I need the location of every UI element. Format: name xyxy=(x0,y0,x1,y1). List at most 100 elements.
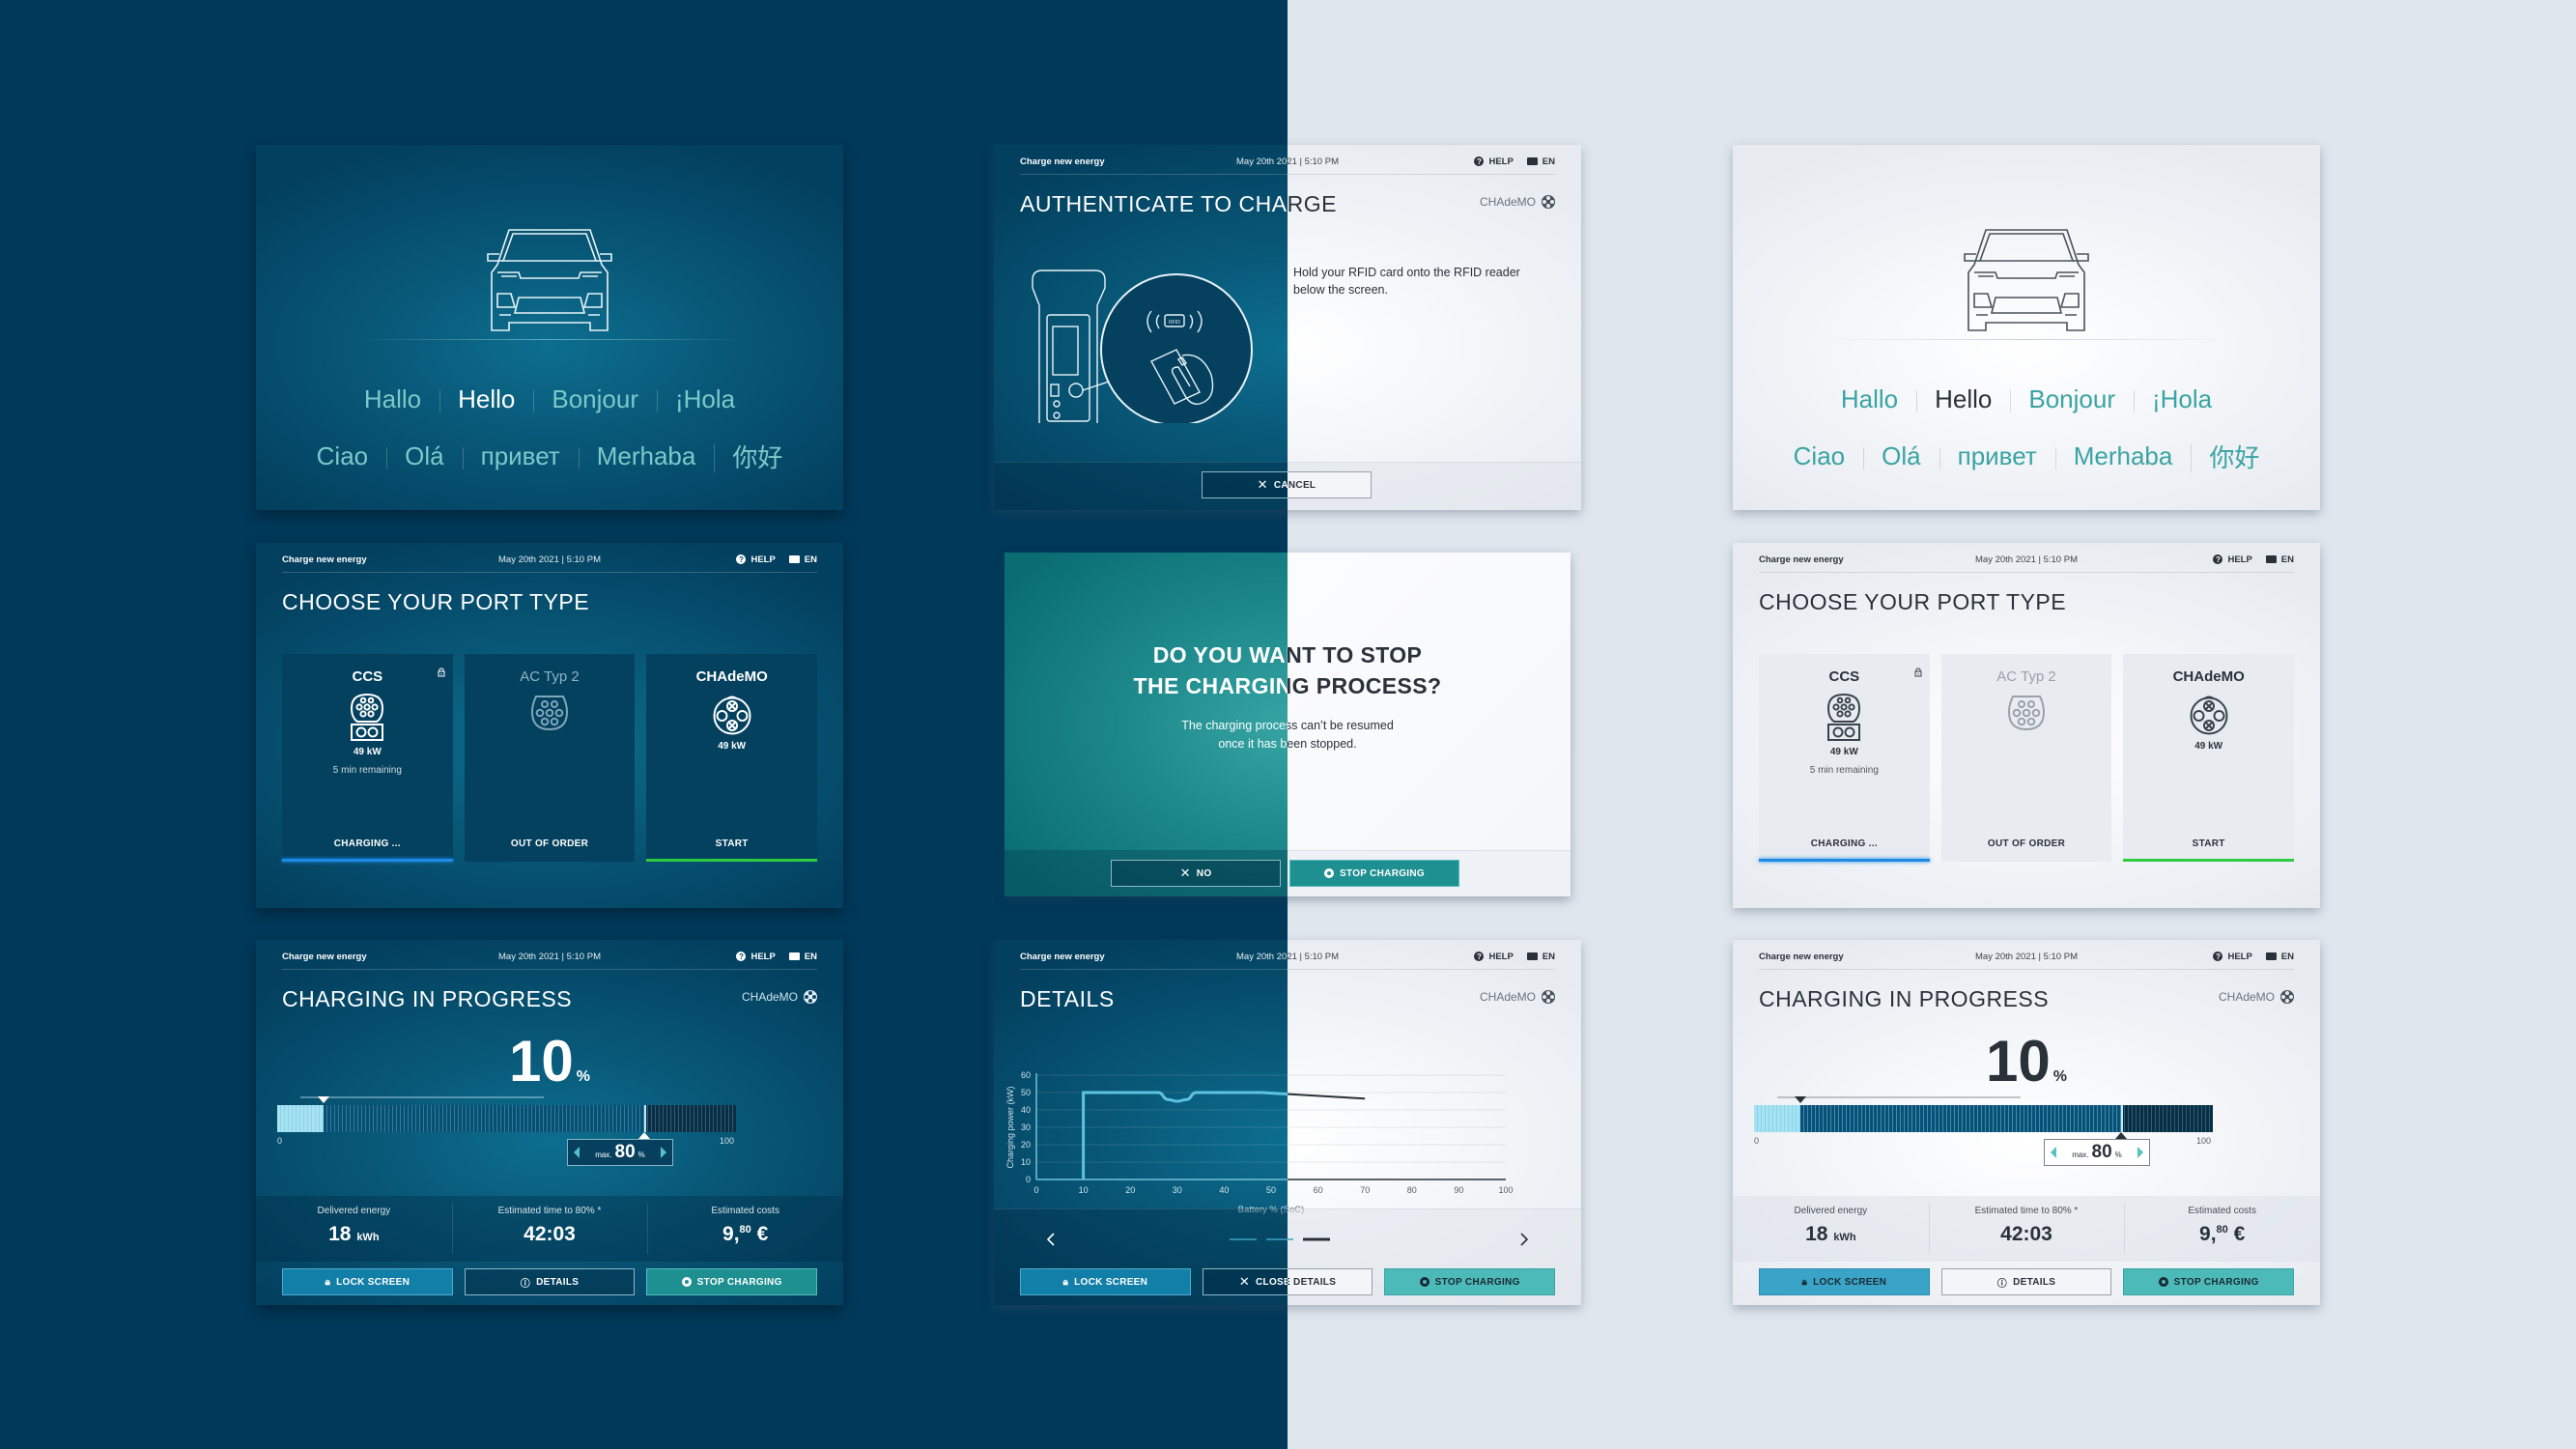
help-button[interactable]: ?HELP xyxy=(736,554,776,565)
stat-label: Estimated time to 80% * xyxy=(1974,1206,2079,1216)
decrease-max-button[interactable] xyxy=(574,1147,580,1158)
chevron-right-icon[interactable] xyxy=(1520,1233,1529,1246)
help-button[interactable]: ?HELP xyxy=(2213,951,2252,962)
language-option[interactable]: привет xyxy=(462,441,579,471)
increase-max-button[interactable] xyxy=(2137,1147,2143,1158)
lock-screen-button[interactable]: 🔒︎ LOCK SCREEN xyxy=(1020,1268,1191,1295)
language-option[interactable]: Bonjour xyxy=(533,384,657,414)
help-label: HELP xyxy=(2227,554,2252,565)
port-select-screen-light: Charge new energy May 20th 2021 | 5:10 P… xyxy=(1733,543,2320,908)
max-soc-handle[interactable] xyxy=(2115,1132,2127,1139)
current-soc-marker xyxy=(1794,1096,1806,1103)
port-card-chademo[interactable]: CHAdeMO 49 kW START xyxy=(646,654,818,862)
y-tick-label: 60 xyxy=(1021,1070,1031,1080)
language-option[interactable]: Ciao xyxy=(1775,441,1863,471)
port-name: AC Typ 2 xyxy=(520,668,580,685)
language-label: EN xyxy=(1542,156,1555,167)
help-button[interactable]: ? HELP xyxy=(2213,554,2252,565)
max-soc-stepper: max. 80% xyxy=(2044,1139,2150,1166)
port-card-ccs[interactable]: CCS 49 kW 5 min remaining CHARGING ... xyxy=(282,654,453,862)
language-option[interactable]: 你好 xyxy=(2191,439,2278,474)
stop-charging-button[interactable]: STOP CHARGING xyxy=(2123,1268,2295,1295)
decrease-max-button[interactable] xyxy=(2051,1147,2056,1158)
port-power: 49 kW xyxy=(1829,747,1858,757)
no-button[interactable]: ✕ NO xyxy=(1111,860,1281,887)
port-status: START xyxy=(715,838,749,849)
datetime-label: May 20th 2021 | 5:10 PM xyxy=(1975,554,2078,565)
speech-bubble-icon xyxy=(2265,555,2277,563)
details-button[interactable]: ⓘ DETAILS xyxy=(464,1268,636,1295)
language-option[interactable]: Ciao xyxy=(298,441,386,471)
max-soc-stepper: max. 80% xyxy=(567,1139,673,1166)
plug-type-tag: CHAdeMO xyxy=(1480,990,1555,1004)
stop-charging-button[interactable]: STOP CHARGING xyxy=(646,1268,818,1295)
lock-icon: 🔒︎ xyxy=(1062,1276,1069,1288)
soc-value: 10 xyxy=(509,1029,574,1094)
soc-value: 10 xyxy=(1986,1029,2051,1094)
close-icon: ✕ xyxy=(1238,1274,1251,1289)
question-circle-icon: ? xyxy=(2213,554,2223,564)
help-button[interactable]: ?HELP xyxy=(1474,156,1514,167)
port-name: CCS xyxy=(1828,668,1860,685)
help-button[interactable]: ?HELP xyxy=(736,952,776,962)
lock-icon xyxy=(1914,668,1922,677)
max-soc-handle[interactable] xyxy=(638,1132,650,1139)
language-option[interactable]: Merhaba xyxy=(2054,441,2192,471)
language-option[interactable]: Hallo xyxy=(1823,384,1916,414)
ccs-plug-icon xyxy=(1827,693,1861,741)
available-indicator-bar xyxy=(646,859,818,862)
stat-estimated-time: Estimated time to 80% * 42:03 xyxy=(1928,1196,2125,1262)
target-segment xyxy=(1799,1105,2121,1132)
target-segment xyxy=(323,1105,644,1132)
language-option[interactable]: Hello xyxy=(1916,384,2010,414)
port-remaining-time: 5 min remaining xyxy=(332,765,402,776)
chademo-plug-icon xyxy=(713,696,751,735)
x-tick-label: 80 xyxy=(1407,1185,1417,1195)
soc-unit: % xyxy=(576,1068,590,1085)
y-axis-label: Charging power (kW) xyxy=(1005,1086,1015,1168)
language-button[interactable]: EN xyxy=(788,554,817,565)
language-button[interactable]: EN xyxy=(2265,554,2294,565)
info-icon: ⓘ xyxy=(520,1278,531,1290)
language-label: EN xyxy=(2280,554,2294,565)
details-button[interactable]: ⓘ DETAILS xyxy=(1940,1268,2112,1295)
language-option[interactable]: привет xyxy=(1939,441,2055,471)
stop-icon xyxy=(1324,868,1334,878)
language-option[interactable]: Olá xyxy=(386,441,462,471)
port-card-ac-typ-2: AC Typ 2 OUT OF ORDER xyxy=(1940,654,2112,862)
language-button[interactable]: EN xyxy=(2265,952,2294,962)
increase-max-button[interactable] xyxy=(660,1147,666,1158)
stop-dialog-screen: DO YOU WANT TO STOP THE CHARGING PROCESS?… xyxy=(1005,553,1571,896)
language-button[interactable]: EN xyxy=(1526,156,1555,167)
chevron-left-icon[interactable] xyxy=(1046,1233,1055,1246)
stat-delivered-energy: Delivered energy 18 kWh xyxy=(256,1196,452,1262)
stat-value: 9, xyxy=(2199,1223,2217,1245)
brand-label: Charge new energy xyxy=(282,951,367,962)
language-option[interactable]: ¡Hola xyxy=(2133,384,2230,414)
language-option[interactable]: Olá xyxy=(1863,441,1939,471)
help-label: HELP xyxy=(2227,951,2252,962)
stat-label: Delivered energy xyxy=(1794,1206,1868,1216)
charging-stats: Delivered energy 18 kWh Estimated time to… xyxy=(256,1196,843,1262)
language-option[interactable]: ¡Hola xyxy=(656,384,753,414)
chademo-plug-icon xyxy=(1542,195,1555,209)
port-card-chademo[interactable]: CHAdeMO 49 kW START xyxy=(2123,654,2295,862)
port-card-ccs[interactable]: CCS 49 kW 5 min remaining CHARGING ... xyxy=(1759,654,1930,862)
lock-screen-button[interactable]: 🔒︎ LOCK SCREEN xyxy=(282,1268,453,1295)
datetime-label: May 20th 2021 | 5:10 PM xyxy=(1975,951,2078,962)
language-option[interactable]: 你好 xyxy=(714,439,801,474)
stat-value: 42:03 xyxy=(2000,1223,2052,1245)
language-option[interactable]: Hallo xyxy=(346,384,439,414)
language-option[interactable]: Hello xyxy=(439,384,533,414)
language-button[interactable]: EN xyxy=(788,952,817,962)
language-option[interactable]: Merhaba xyxy=(578,441,715,471)
language-option[interactable]: Bonjour xyxy=(2010,384,2134,414)
page-title: CHOOSE YOUR PORT TYPE xyxy=(282,589,590,614)
screen-header: Charge new energy May 20th 2021 | 5:10 P… xyxy=(282,948,817,965)
stat-value: 42:03 xyxy=(524,1223,576,1245)
max-unit: % xyxy=(637,1151,645,1159)
confirm-stop-charging-button[interactable]: STOP CHARGING xyxy=(1289,860,1459,887)
stop-charging-button[interactable]: STOP CHARGING xyxy=(1384,1268,1556,1295)
port-status: START xyxy=(2192,838,2225,849)
lock-screen-button[interactable]: 🔒︎ LOCK SCREEN xyxy=(1759,1268,1930,1295)
